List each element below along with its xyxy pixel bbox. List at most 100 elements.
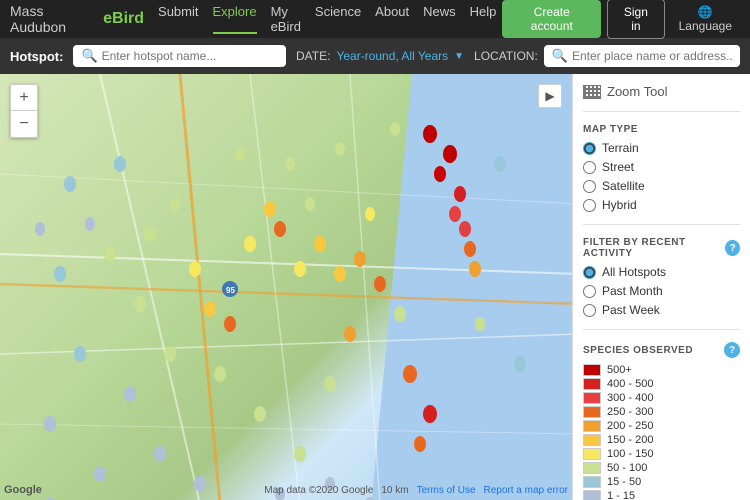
logo-ebird: eBird bbox=[103, 10, 144, 28]
language-button[interactable]: 🌐 Language bbox=[671, 5, 740, 33]
zoom-tool-label: Zoom Tool bbox=[607, 84, 667, 99]
map-type-street-label: Street bbox=[602, 160, 634, 174]
map-type-terrain-label: Terrain bbox=[602, 141, 639, 155]
zoom-in-button[interactable]: + bbox=[11, 85, 37, 111]
hotspot-input[interactable] bbox=[102, 49, 278, 63]
map-type-hybrid-radio[interactable] bbox=[583, 199, 596, 212]
map-type-title: MAP TYPE bbox=[583, 124, 740, 135]
filter-all-hotspots[interactable]: All Hotspots bbox=[583, 265, 740, 279]
legend-color-15-50 bbox=[583, 476, 601, 488]
nav-news[interactable]: News bbox=[423, 4, 456, 34]
legend-color-200-250 bbox=[583, 420, 601, 432]
legend-item-50-100: 50 - 100 bbox=[583, 462, 740, 474]
nav-explore[interactable]: Explore bbox=[213, 4, 257, 34]
legend-label-250-300: 250 - 300 bbox=[607, 406, 653, 418]
filter-all-label: All Hotspots bbox=[602, 265, 666, 279]
filter-header: FILTER BY RECENT ACTIVITY ? bbox=[583, 237, 740, 259]
logo-mass: Mass Audubon bbox=[10, 3, 99, 35]
map-type-terrain-radio[interactable] bbox=[583, 142, 596, 155]
nav-help[interactable]: Help bbox=[470, 4, 497, 34]
map-attribution: Map data ©2020 Google 10 km Terms of Use… bbox=[264, 485, 568, 496]
filter-month-label: Past Month bbox=[602, 284, 663, 298]
legend-item-500plus: 500+ bbox=[583, 364, 740, 376]
legend-label-400-500: 400 - 500 bbox=[607, 378, 653, 390]
map-type-satellite-label: Satellite bbox=[602, 179, 645, 193]
legend-label-15-50: 15 - 50 bbox=[607, 476, 641, 488]
hotspot-input-wrap: 🔍 bbox=[73, 45, 286, 67]
legend-item-400-500: 400 - 500 bbox=[583, 378, 740, 390]
location-search-icon: 🔍 bbox=[552, 48, 568, 64]
legend-item-300-400: 300 - 400 bbox=[583, 392, 740, 404]
map-area[interactable]: 95 bbox=[0, 74, 572, 500]
filter-past-week[interactable]: Past Week bbox=[583, 303, 740, 317]
map-distance: 10 km bbox=[381, 485, 408, 496]
legend-label-200-250: 200 - 250 bbox=[607, 420, 653, 432]
navbar: Mass Audubon eBird Submit Explore My eBi… bbox=[0, 0, 750, 38]
logo: Mass Audubon eBird bbox=[10, 3, 144, 35]
divider-2 bbox=[583, 224, 740, 225]
nav-actions: Create account Sign in 🌐 Language bbox=[502, 0, 740, 39]
google-logo: Google bbox=[4, 484, 42, 496]
species-title: SPECIES OBSERVED bbox=[583, 345, 693, 356]
date-section: DATE: Year-round, All Years ▼ bbox=[296, 49, 464, 63]
sidebar: Zoom Tool MAP TYPE Terrain Street Satell… bbox=[572, 74, 750, 500]
hotspot-bar: Hotspot: 🔍 DATE: Year-round, All Years ▼… bbox=[0, 38, 750, 74]
nav-submit[interactable]: Submit bbox=[158, 4, 198, 34]
nav-links: Submit Explore My eBird Science About Ne… bbox=[158, 4, 496, 34]
filter-section: FILTER BY RECENT ACTIVITY ? All Hotspots… bbox=[583, 237, 740, 317]
map-type-satellite[interactable]: Satellite bbox=[583, 179, 740, 193]
legend-label-300-400: 300 - 400 bbox=[607, 392, 653, 404]
species-help-icon[interactable]: ? bbox=[724, 342, 740, 358]
filter-help-icon[interactable]: ? bbox=[725, 240, 740, 256]
legend-color-50-100 bbox=[583, 462, 601, 474]
map-type-street[interactable]: Street bbox=[583, 160, 740, 174]
search-icon: 🔍 bbox=[81, 48, 97, 64]
legend-item-1-15: 1 - 15 bbox=[583, 490, 740, 500]
legend-item-250-300: 250 - 300 bbox=[583, 406, 740, 418]
legend-item-150-200: 150 - 200 bbox=[583, 434, 740, 446]
terms-link[interactable]: Terms of Use bbox=[417, 485, 476, 496]
zoom-controls: + − bbox=[10, 84, 38, 138]
location-label: LOCATION: bbox=[474, 49, 538, 63]
filter-all-radio[interactable] bbox=[583, 266, 596, 279]
zoom-tool-row: Zoom Tool bbox=[583, 84, 740, 99]
sign-in-button[interactable]: Sign in bbox=[607, 0, 665, 39]
report-link[interactable]: Report a map error bbox=[484, 485, 568, 496]
date-value[interactable]: Year-round, All Years bbox=[336, 49, 448, 63]
nav-science[interactable]: Science bbox=[315, 4, 361, 34]
nav-about[interactable]: About bbox=[375, 4, 409, 34]
species-header: SPECIES OBSERVED ? bbox=[583, 342, 740, 358]
zoom-out-button[interactable]: − bbox=[11, 111, 37, 137]
legend-color-1-15 bbox=[583, 490, 601, 500]
filter-month-radio[interactable] bbox=[583, 285, 596, 298]
map-type-terrain[interactable]: Terrain bbox=[583, 141, 740, 155]
map-type-satellite-radio[interactable] bbox=[583, 180, 596, 193]
legend-label-50-100: 50 - 100 bbox=[607, 462, 647, 474]
filter-radio-group: All Hotspots Past Month Past Week bbox=[583, 265, 740, 317]
legend-color-400-500 bbox=[583, 378, 601, 390]
divider-1 bbox=[583, 111, 740, 112]
create-account-button[interactable]: Create account bbox=[502, 0, 601, 38]
legend-item-200-250: 200 - 250 bbox=[583, 420, 740, 432]
map-type-hybrid[interactable]: Hybrid bbox=[583, 198, 740, 212]
legend-color-500plus bbox=[583, 364, 601, 376]
map-type-street-radio[interactable] bbox=[583, 161, 596, 174]
species-section: SPECIES OBSERVED ? 500+ 400 - 500 300 - … bbox=[583, 342, 740, 500]
filter-past-month[interactable]: Past Month bbox=[583, 284, 740, 298]
legend-item-100-150: 100 - 150 bbox=[583, 448, 740, 460]
main: 95 bbox=[0, 74, 750, 500]
legend-color-100-150 bbox=[583, 448, 601, 460]
expand-button[interactable]: ▶ bbox=[538, 84, 562, 108]
legend-label-150-200: 150 - 200 bbox=[607, 434, 653, 446]
date-dropdown-icon[interactable]: ▼ bbox=[454, 51, 464, 62]
filter-week-radio[interactable] bbox=[583, 304, 596, 317]
filter-week-label: Past Week bbox=[602, 303, 660, 317]
zoom-tool-icon bbox=[583, 85, 601, 99]
nav-myebird[interactable]: My eBird bbox=[271, 4, 301, 34]
map-data-text: Map data ©2020 Google bbox=[264, 485, 373, 496]
zoom-tool-section: Zoom Tool bbox=[583, 84, 740, 99]
date-label: DATE: bbox=[296, 49, 330, 63]
location-input[interactable] bbox=[572, 49, 732, 63]
divider-3 bbox=[583, 329, 740, 330]
filter-title: FILTER BY RECENT ACTIVITY bbox=[583, 237, 725, 259]
